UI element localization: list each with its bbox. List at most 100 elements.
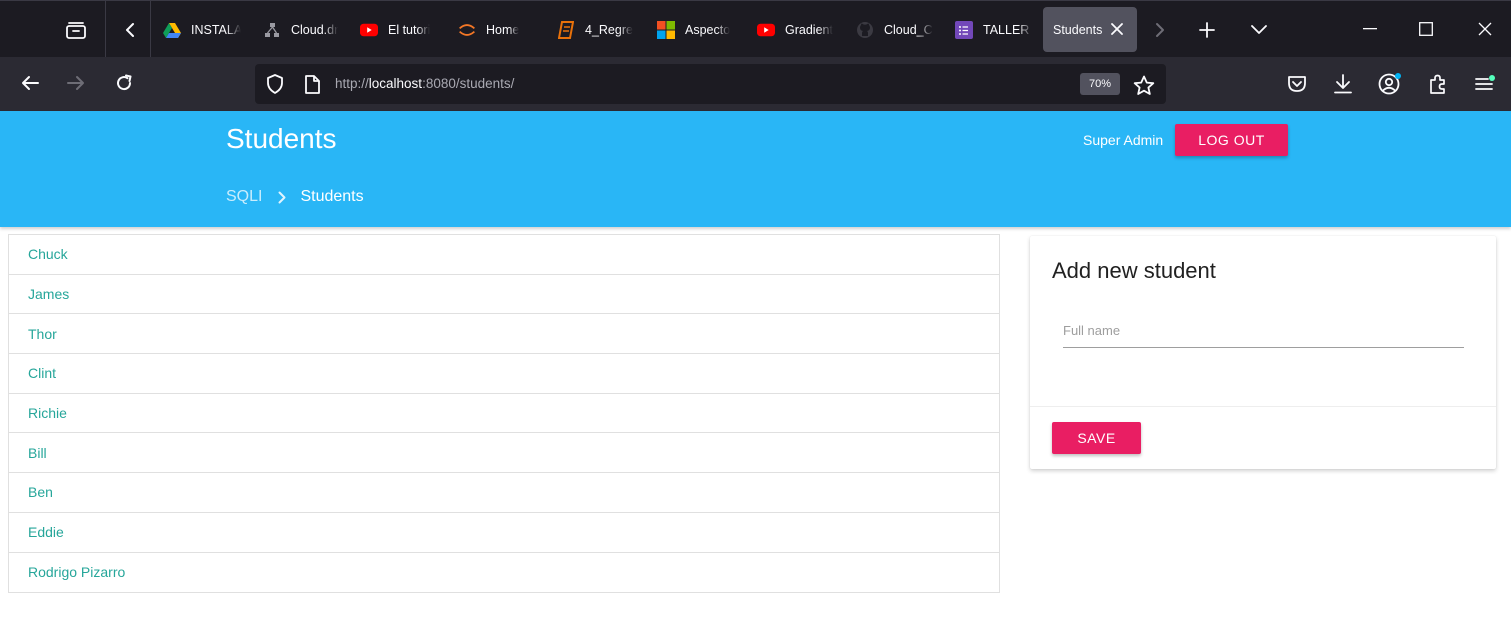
card-divider bbox=[1030, 406, 1496, 407]
student-link[interactable]: Ben bbox=[28, 484, 53, 500]
tab-aspecto[interactable]: Aspecto bbox=[645, 7, 735, 52]
student-link[interactable]: Richie bbox=[28, 405, 67, 421]
tab-cloud-c[interactable]: Cloud_C bbox=[844, 7, 934, 52]
student-link[interactable]: Chuck bbox=[28, 246, 68, 262]
url-text: http://localhost:8080/students/ bbox=[335, 76, 514, 91]
github-icon bbox=[856, 21, 874, 39]
maximize-icon bbox=[1419, 22, 1433, 36]
chevron-down-icon bbox=[1251, 25, 1267, 34]
downloads-icon[interactable] bbox=[1328, 69, 1358, 99]
diagram-icon bbox=[263, 21, 281, 39]
list-all-tabs-button[interactable] bbox=[1244, 13, 1274, 47]
zoom-level-badge[interactable]: 70% bbox=[1080, 73, 1120, 95]
tab-title: El tutori bbox=[388, 22, 431, 37]
pocket-icon[interactable] bbox=[1282, 69, 1312, 99]
close-window-button[interactable] bbox=[1465, 11, 1505, 47]
student-link[interactable]: James bbox=[28, 286, 69, 302]
scroll-tabs-left-button[interactable] bbox=[114, 13, 146, 47]
tab-taller[interactable]: TALLER I bbox=[943, 7, 1033, 52]
browser-tab-bar: INSTALA Cloud.dr El tutori Home 4_Regre … bbox=[0, 0, 1511, 57]
account-icon[interactable] bbox=[1375, 69, 1405, 99]
list-item: James bbox=[9, 275, 999, 315]
maximize-window-button[interactable] bbox=[1406, 11, 1446, 47]
tab-title: Cloud.dr bbox=[291, 22, 339, 37]
minimize-window-button[interactable] bbox=[1350, 11, 1390, 47]
new-tab-button[interactable] bbox=[1192, 13, 1222, 47]
save-button[interactable]: SAVE bbox=[1052, 422, 1141, 454]
chevron-right-icon bbox=[278, 191, 286, 204]
tracking-protection-icon[interactable] bbox=[263, 72, 287, 96]
microsoft-icon bbox=[657, 20, 675, 39]
student-link[interactable]: Bill bbox=[28, 445, 47, 461]
minimize-icon bbox=[1363, 28, 1377, 30]
bookmark-star-icon[interactable] bbox=[1131, 72, 1157, 98]
add-student-card: Add new student SAVE bbox=[1030, 236, 1496, 469]
menu-icon[interactable] bbox=[1470, 69, 1500, 99]
reload-button[interactable] bbox=[108, 67, 140, 99]
user-name: Super Admin bbox=[1083, 132, 1164, 148]
tab-instala[interactable]: INSTALA bbox=[151, 7, 241, 52]
student-list: Chuck James Thor Clint Richie Bill Ben E… bbox=[8, 234, 1000, 594]
notebook-icon bbox=[557, 20, 575, 39]
youtube-icon bbox=[757, 21, 775, 39]
url-path: :8080/students/ bbox=[422, 76, 515, 91]
breadcrumb-current: Students bbox=[300, 188, 364, 205]
browser-nav-bar: http://localhost:8080/students/ 70% bbox=[0, 57, 1511, 111]
close-tab-icon[interactable] bbox=[1107, 19, 1127, 39]
tab-title: Students bbox=[1053, 22, 1103, 37]
tab-cloud-drawio[interactable]: Cloud.dr bbox=[251, 7, 341, 52]
tab-overview-icon bbox=[66, 22, 86, 39]
forward-button[interactable] bbox=[60, 67, 92, 99]
arrow-left-icon bbox=[22, 76, 39, 90]
reload-icon bbox=[117, 74, 132, 91]
close-icon bbox=[1478, 22, 1492, 36]
url-host: localhost bbox=[368, 76, 423, 91]
jupyter-icon bbox=[458, 21, 476, 39]
student-link[interactable]: Thor bbox=[28, 326, 57, 342]
list-item: Bill bbox=[9, 433, 999, 474]
tab-overview-button[interactable] bbox=[56, 13, 96, 47]
tab-title: Home bbox=[486, 22, 520, 37]
scroll-tabs-right-button[interactable] bbox=[1146, 13, 1174, 47]
tab-title: INSTALA bbox=[191, 22, 241, 37]
tab-title: Gradient bbox=[785, 22, 833, 37]
student-link[interactable]: Rodrigo Pizarro bbox=[28, 564, 125, 580]
arrow-right-icon bbox=[67, 76, 84, 90]
tab-home[interactable]: Home bbox=[446, 7, 541, 52]
list-item: Clint bbox=[9, 354, 999, 394]
list-item: Chuck bbox=[9, 235, 999, 275]
card-title: Add new student bbox=[1052, 258, 1216, 283]
page-title: Students bbox=[226, 123, 337, 154]
page-info-icon[interactable] bbox=[300, 72, 324, 96]
tab-title: Cloud_C bbox=[884, 22, 933, 37]
list-item: Eddie bbox=[9, 513, 999, 553]
breadcrumb: SQLI Students bbox=[226, 188, 364, 206]
tab-el-tutorial[interactable]: El tutori bbox=[348, 7, 438, 52]
google-drive-icon bbox=[163, 21, 181, 39]
tab-4-regre[interactable]: 4_Regre bbox=[545, 7, 635, 52]
tab-gradient[interactable]: Gradient bbox=[745, 7, 835, 52]
tab-students[interactable]: Students bbox=[1043, 7, 1137, 52]
full-name-input[interactable] bbox=[1063, 314, 1464, 348]
tab-title: TALLER I bbox=[983, 22, 1033, 37]
tab-title: 4_Regre bbox=[585, 22, 633, 37]
chevron-right-icon bbox=[1156, 23, 1164, 37]
extensions-icon[interactable] bbox=[1423, 69, 1453, 99]
youtube-icon bbox=[360, 21, 378, 39]
plus-icon bbox=[1199, 22, 1215, 38]
address-bar[interactable]: http://localhost:8080/students/ 70% bbox=[255, 64, 1166, 104]
list-item: Thor bbox=[9, 314, 999, 355]
breadcrumb-link-sqli[interactable]: SQLI bbox=[226, 188, 262, 206]
student-link[interactable]: Clint bbox=[28, 365, 56, 381]
tab-separator bbox=[105, 1, 106, 57]
list-item: Rodrigo Pizarro bbox=[9, 553, 999, 593]
student-link[interactable]: Eddie bbox=[28, 524, 64, 540]
list-item: Ben bbox=[9, 473, 999, 513]
list-item: Richie bbox=[9, 394, 999, 434]
back-button[interactable] bbox=[14, 67, 46, 99]
logout-button[interactable]: LOG OUT bbox=[1175, 124, 1288, 156]
app-header: Students Super Admin LOG OUT SQLI Studen… bbox=[0, 111, 1511, 227]
tab-title: Aspecto bbox=[685, 22, 731, 37]
chevron-left-icon bbox=[126, 23, 134, 37]
url-scheme: http:// bbox=[335, 76, 369, 91]
